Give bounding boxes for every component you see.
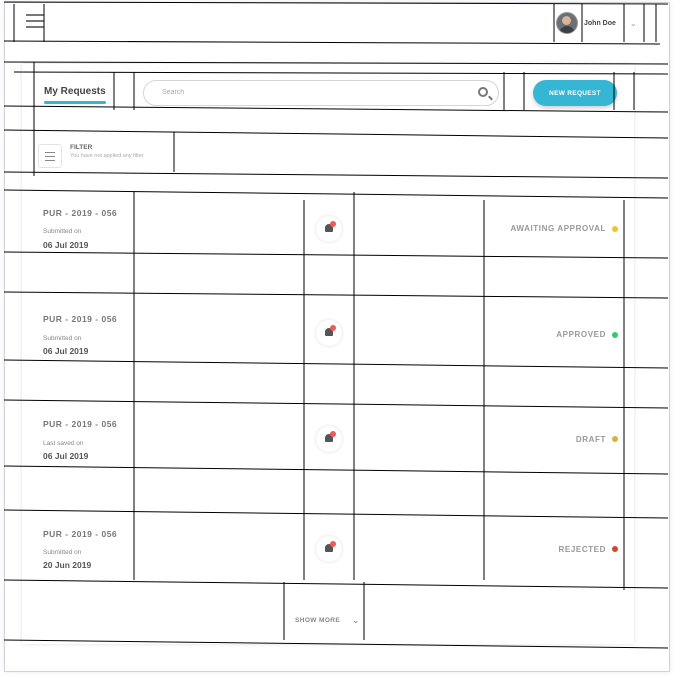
filter-title: FILTER bbox=[70, 144, 93, 151]
user-name: John Doe bbox=[584, 19, 616, 27]
status-dot bbox=[612, 436, 618, 442]
search-input[interactable] bbox=[160, 88, 464, 97]
status-label: AWAITING APPROVAL bbox=[510, 224, 606, 233]
search-icon[interactable] bbox=[478, 87, 488, 97]
notification-bell-icon[interactable] bbox=[316, 536, 342, 562]
chevron-down-icon[interactable]: ⌄ bbox=[630, 19, 637, 28]
status-dot bbox=[612, 332, 618, 338]
request-id: PUR - 2019 - 056 bbox=[43, 529, 118, 539]
request-date-label: Last saved on bbox=[43, 440, 84, 447]
request-date-label: Submitted on bbox=[43, 228, 82, 235]
status-label: APPROVED bbox=[556, 330, 606, 339]
request-id: PUR - 2019 - 056 bbox=[43, 208, 118, 218]
status-dot bbox=[612, 546, 618, 552]
request-row[interactable]: PUR - 2019 - 056 Submitted on 20 Jun 201… bbox=[22, 526, 634, 578]
notification-bell-icon[interactable] bbox=[316, 426, 342, 452]
request-date: 06 Jul 2019 bbox=[43, 451, 89, 461]
request-date: 06 Jul 2019 bbox=[43, 346, 89, 356]
tab-my-requests[interactable]: My Requests bbox=[44, 86, 106, 97]
status-label: REJECTED bbox=[558, 545, 606, 554]
request-date-label: Submitted on bbox=[43, 335, 82, 342]
user-menu[interactable]: John Doe ⌄ bbox=[556, 11, 637, 35]
request-row[interactable]: PUR - 2019 - 056 Submitted on 06 Jul 201… bbox=[22, 310, 634, 362]
filter-control[interactable]: FILTER You have not applied any filter. bbox=[38, 144, 145, 170]
new-request-button[interactable]: NEW REQUEST bbox=[533, 80, 617, 106]
status-label: DRAFT bbox=[575, 435, 606, 444]
request-row[interactable]: PUR - 2019 - 056 Submitted on 06 Jul 201… bbox=[22, 200, 634, 252]
chevron-down-icon[interactable]: ⌄ bbox=[352, 615, 360, 626]
request-id: PUR - 2019 - 056 bbox=[43, 419, 118, 429]
request-date: 06 Jul 2019 bbox=[43, 240, 89, 250]
status-dot bbox=[612, 226, 618, 232]
request-date-label: Submitted on bbox=[43, 549, 82, 556]
hamburger-icon[interactable] bbox=[26, 14, 44, 30]
avatar bbox=[556, 12, 578, 34]
notification-bell-icon[interactable] bbox=[316, 216, 342, 242]
request-id: PUR - 2019 - 056 bbox=[43, 314, 118, 324]
search-box[interactable] bbox=[143, 80, 499, 106]
filter-sliders-icon[interactable] bbox=[38, 144, 62, 168]
active-tab-indicator bbox=[44, 101, 106, 104]
filter-subtitle: You have not applied any filter. bbox=[70, 153, 145, 159]
request-row[interactable]: PUR - 2019 - 056 Last saved on 06 Jul 20… bbox=[22, 416, 634, 468]
notification-bell-icon[interactable] bbox=[316, 320, 342, 346]
request-date: 20 Jun 2019 bbox=[43, 560, 92, 570]
show-more-button[interactable]: SHOW MORE bbox=[295, 617, 340, 624]
